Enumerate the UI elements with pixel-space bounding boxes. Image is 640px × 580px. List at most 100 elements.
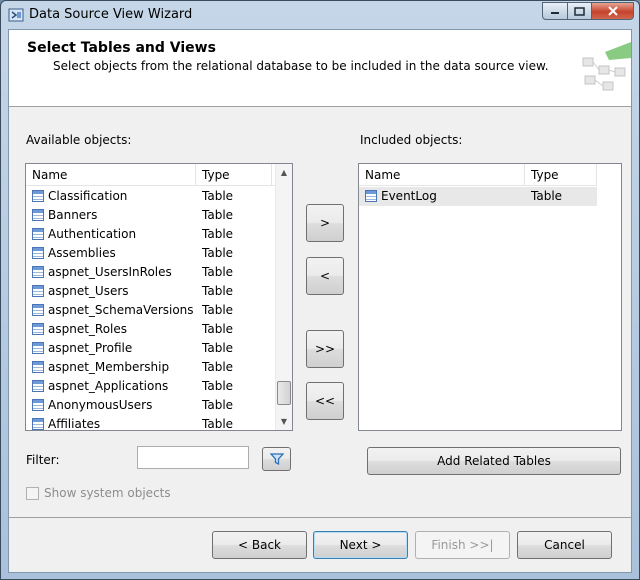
remove-selected-button[interactable]: < [306, 257, 344, 295]
wizard-window: Data Source View Wizard Select Tables an… [0, 0, 640, 580]
row-name: aspnet_Membership [48, 360, 170, 374]
row-type: Table [202, 246, 234, 260]
table-row[interactable]: Classification Table [26, 187, 275, 206]
maximize-icon [574, 6, 585, 16]
table-row[interactable]: Assemblies Table [26, 244, 275, 263]
table-row[interactable]: aspnet_Roles Table [26, 320, 275, 339]
wizard-client-area: Select Tables and Views Select objects f… [8, 29, 632, 573]
row-type: Table [202, 303, 234, 317]
table-row[interactable]: aspnet_UsersInRoles Table [26, 263, 275, 282]
row-type: Table [202, 265, 234, 279]
minimize-icon [551, 12, 559, 14]
table-icon [32, 266, 44, 278]
table-icon [32, 418, 44, 430]
table-icon [32, 361, 44, 373]
add-selected-button[interactable]: > [306, 204, 344, 242]
table-row[interactable]: aspnet_Profile Table [26, 339, 275, 358]
filter-label: Filter: [26, 453, 60, 467]
table-row[interactable]: Affiliates Table [26, 415, 275, 434]
row-name: aspnet_Applications [48, 379, 169, 393]
available-scrollbar[interactable]: ▲ ▼ [275, 164, 292, 430]
row-type: Table [202, 208, 234, 222]
table-icon [32, 304, 44, 316]
table-icon [32, 399, 44, 411]
table-icon [32, 228, 44, 240]
row-name: Affiliates [48, 417, 101, 431]
page-title: Select Tables and Views [27, 40, 216, 56]
row-type: Table [531, 189, 563, 203]
row-type: Table [202, 360, 234, 374]
row-name: Banners [48, 208, 98, 222]
table-icon [32, 380, 44, 392]
table-row[interactable]: Banners Table [26, 206, 275, 225]
table-row[interactable]: AnonymousUsers Table [26, 396, 275, 415]
column-header-type[interactable]: Type [196, 164, 272, 186]
available-list-header: Name Type [26, 164, 275, 186]
scroll-up-arrow-icon[interactable]: ▲ [276, 164, 292, 181]
column-header-name[interactable]: Name [26, 164, 196, 186]
column-header-type[interactable]: Type [525, 164, 597, 186]
row-name: aspnet_Users [48, 284, 129, 298]
included-list-header: Name Type [359, 164, 597, 186]
row-name: aspnet_SchemaVersions [48, 303, 194, 317]
wizard-app-icon [8, 8, 24, 22]
column-header-name[interactable]: Name [359, 164, 525, 186]
row-name: aspnet_Roles [48, 322, 128, 336]
table-row[interactable]: Authentication Table [26, 225, 275, 244]
row-type: Table [202, 322, 234, 336]
row-name: Classification [48, 189, 128, 203]
table-icon [32, 323, 44, 335]
wizard-banner-icon [582, 42, 631, 91]
row-type: Table [202, 379, 234, 393]
scroll-down-arrow-icon[interactable]: ▼ [276, 413, 292, 430]
close-button[interactable] [591, 2, 634, 20]
row-name: Assemblies [48, 246, 116, 260]
next-button[interactable]: Next > [313, 531, 408, 559]
row-type: Table [202, 284, 234, 298]
footer-divider [9, 517, 631, 518]
maximize-button[interactable] [567, 2, 592, 20]
apply-filter-button[interactable] [262, 447, 291, 471]
back-button[interactable]: < Back [212, 531, 307, 559]
available-objects-label: Available objects: [26, 133, 132, 147]
add-related-tables-button[interactable]: Add Related Tables [367, 447, 621, 475]
included-objects-label: Included objects: [360, 133, 463, 147]
show-system-objects-checkbox[interactable] [26, 487, 39, 500]
row-type: Table [202, 227, 234, 241]
table-icon [32, 247, 44, 259]
close-icon [607, 6, 618, 16]
row-name: EventLog [381, 189, 437, 203]
filter-icon [269, 453, 284, 466]
wizard-header: Select Tables and Views Select objects f… [9, 30, 631, 107]
row-name: Authentication [48, 227, 137, 241]
window-title: Data Source View Wizard [29, 7, 193, 22]
table-row[interactable]: aspnet_Users Table [26, 282, 275, 301]
row-name: aspnet_Profile [48, 341, 133, 355]
minimize-button[interactable] [542, 2, 568, 20]
table-icon [32, 342, 44, 354]
row-type: Table [202, 189, 234, 203]
filter-input[interactable] [137, 446, 249, 469]
table-icon [32, 285, 44, 297]
table-icon [365, 190, 377, 202]
finish-button[interactable]: Finish >>| [415, 531, 510, 559]
cancel-button[interactable]: Cancel [517, 531, 612, 559]
show-system-objects-label: Show system objects [44, 486, 171, 500]
row-name: AnonymousUsers [48, 398, 153, 412]
scrollbar-thumb[interactable] [277, 381, 291, 405]
title-bar[interactable]: Data Source View Wizard [1, 1, 639, 28]
row-type: Table [202, 341, 234, 355]
table-row[interactable]: aspnet_SchemaVersions Table [26, 301, 275, 320]
page-subtitle: Select objects from the relational datab… [53, 59, 549, 73]
row-name: aspnet_UsersInRoles [48, 265, 172, 279]
available-objects-list[interactable]: Name Type Classification Table Banners Tabl… [25, 163, 293, 431]
table-icon [32, 190, 44, 202]
table-row[interactable]: aspnet_Membership Table [26, 358, 275, 377]
included-objects-list[interactable]: Name Type EventLog Table [358, 163, 622, 431]
row-type: Table [202, 417, 234, 431]
table-row[interactable]: EventLog Table [359, 187, 597, 206]
add-all-button[interactable]: >> [306, 330, 344, 368]
row-type: Table [202, 398, 234, 412]
remove-all-button[interactable]: << [306, 382, 344, 420]
table-row[interactable]: aspnet_Applications Table [26, 377, 275, 396]
